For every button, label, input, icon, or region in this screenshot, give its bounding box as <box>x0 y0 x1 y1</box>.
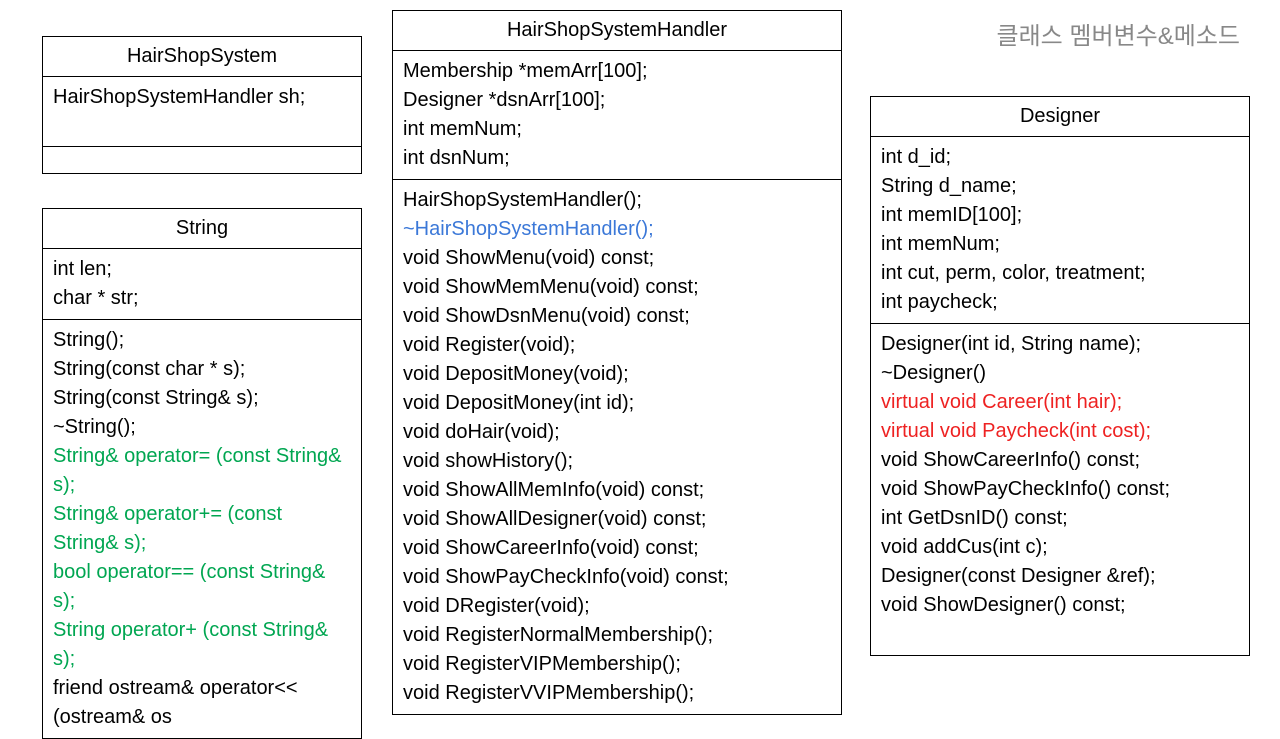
class-box-designer: Designer int d_id;String d_name;int memI… <box>870 96 1250 656</box>
code-line: int dsnNum; <box>403 144 831 173</box>
class-title: HairShopSystem <box>43 37 361 77</box>
code-line: int paycheck; <box>881 288 1239 317</box>
class-attributes: int d_id;String d_name;int memID[100];in… <box>871 137 1249 324</box>
code-line: String(); <box>53 326 351 355</box>
code-line: int d_id; <box>881 143 1239 172</box>
code-line: void RegisterVVIPMembership(); <box>403 679 831 708</box>
code-line: String operator+ (const String& s); <box>53 616 351 674</box>
class-methods: Designer(int id, String name);~Designer(… <box>871 324 1249 655</box>
code-line: void ShowMemMenu(void) const; <box>403 273 831 302</box>
code-line: int len; <box>53 255 351 284</box>
class-attributes: int len;char * str; <box>43 249 361 320</box>
class-attributes: Membership *memArr[100];Designer *dsnArr… <box>393 51 841 180</box>
code-line: void DepositMoney(int id); <box>403 389 831 418</box>
code-line: ~Designer() <box>881 359 1239 388</box>
class-box-string: String int len;char * str; String();Stri… <box>42 208 362 739</box>
code-line: ~HairShopSystemHandler(); <box>403 215 831 244</box>
code-line: void ShowAllDesigner(void) const; <box>403 505 831 534</box>
code-line: void ShowAllMemInfo(void) const; <box>403 476 831 505</box>
class-methods: HairShopSystemHandler();~HairShopSystemH… <box>393 180 841 714</box>
code-line: int memNum; <box>881 230 1239 259</box>
code-line: Membership *memArr[100]; <box>403 57 831 86</box>
code-line: String(const char * s); <box>53 355 351 384</box>
code-line: void ShowMenu(void) const; <box>403 244 831 273</box>
code-line: void showHistory(); <box>403 447 831 476</box>
code-line: void Register(void); <box>403 331 831 360</box>
code-line: void ShowPayCheckInfo(void) const; <box>403 563 831 592</box>
class-title: Designer <box>871 97 1249 137</box>
code-line: void ShowCareerInfo(void) const; <box>403 534 831 563</box>
code-line: HairShopSystemHandler sh; <box>53 83 351 112</box>
code-line: void ShowDsnMenu(void) const; <box>403 302 831 331</box>
code-line: void ShowCareerInfo() const; <box>881 446 1239 475</box>
class-box-handler: HairShopSystemHandler Membership *memArr… <box>392 10 842 715</box>
code-line: int cut, perm, color, treatment; <box>881 259 1239 288</box>
class-title: HairShopSystemHandler <box>393 11 841 51</box>
code-line: ~String(); <box>53 413 351 442</box>
code-line: HairShopSystemHandler(); <box>403 186 831 215</box>
code-line: void doHair(void); <box>403 418 831 447</box>
class-title: String <box>43 209 361 249</box>
class-box-hairshopsystem: HairShopSystem HairShopSystemHandler sh; <box>42 36 362 174</box>
code-line: friend ostream& operator<< (ostream& os <box>53 674 351 732</box>
code-line: Designer(const Designer &ref); <box>881 562 1239 591</box>
code-line: Designer *dsnArr[100]; <box>403 86 831 115</box>
code-line: bool operator== (const String& s); <box>53 558 351 616</box>
class-attributes: HairShopSystemHandler sh; <box>43 77 361 147</box>
class-methods: String();String(const char * s);String(c… <box>43 320 361 738</box>
code-line: String& operator+= (const String& s); <box>53 500 351 558</box>
code-line: Designer(int id, String name); <box>881 330 1239 359</box>
code-line: void addCus(int c); <box>881 533 1239 562</box>
code-line: virtual void Paycheck(int cost); <box>881 417 1239 446</box>
code-line: int GetDsnID() const; <box>881 504 1239 533</box>
code-line: void ShowPayCheckInfo() const; <box>881 475 1239 504</box>
code-line: void RegisterNormalMembership(); <box>403 621 831 650</box>
code-line <box>881 620 1239 649</box>
code-line: void ShowDesigner() const; <box>881 591 1239 620</box>
code-line: int memNum; <box>403 115 831 144</box>
code-line: String(const String& s); <box>53 384 351 413</box>
page-title: 클래스 멤버변수&메소드 <box>997 16 1240 51</box>
class-methods <box>43 147 361 173</box>
code-line: void DepositMoney(void); <box>403 360 831 389</box>
code-line: void RegisterVIPMembership(); <box>403 650 831 679</box>
code-line: void DRegister(void); <box>403 592 831 621</box>
code-line: int memID[100]; <box>881 201 1239 230</box>
code-line: virtual void Career(int hair); <box>881 388 1239 417</box>
code-line: char * str; <box>53 284 351 313</box>
code-line: String d_name; <box>881 172 1239 201</box>
code-line: String& operator= (const String& s); <box>53 442 351 500</box>
